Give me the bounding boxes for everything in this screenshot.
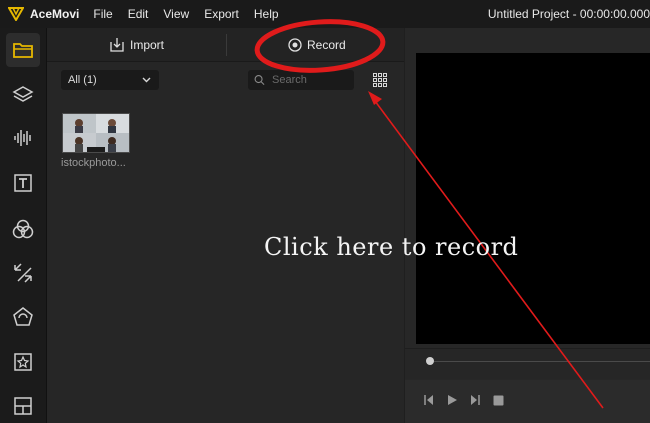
media-item-label: istockphoto... [61,157,126,169]
play-button[interactable] [446,393,458,411]
sidebar-item-text[interactable] [6,166,40,200]
filters-icon [12,219,34,239]
project-title: Untitled Project - 00:00:00.000 [487,7,650,21]
sidebar-item-media[interactable] [6,33,40,67]
toolbar-divider [226,34,227,56]
title-bar: AceMovi File Edit View Export Help Untit… [0,0,650,28]
play-icon [448,395,457,405]
scrubber-track[interactable] [434,361,650,362]
import-icon [110,37,124,52]
sidebar [0,28,47,423]
media-filter-select[interactable]: All (1) [61,70,159,90]
sidebar-item-audio[interactable] [6,121,40,155]
sidebar-item-transitions[interactable] [6,256,40,290]
import-button[interactable]: Import [109,28,164,61]
folder-icon [13,43,33,58]
elements-icon [14,353,32,371]
sidebar-item-layers[interactable] [6,78,40,112]
menu-edit[interactable]: Edit [128,7,149,21]
sidebar-item-effects[interactable] [6,300,40,334]
sidebar-item-filters[interactable] [6,212,40,246]
audio-waveform-icon [14,130,31,146]
menu-bar: File Edit View Export Help [93,7,293,21]
prev-frame-button[interactable] [423,393,435,411]
effects-icon [13,307,33,326]
record-icon [288,37,302,52]
sidebar-item-split-screen[interactable] [6,389,40,423]
video-thumbnail-image [63,114,129,152]
record-label: Record [307,37,346,52]
grid-view-icon [373,73,387,87]
media-search[interactable] [248,70,354,90]
media-toolbar: Import Record [47,28,404,62]
layers-icon [12,86,34,102]
text-icon [14,174,32,192]
menu-export[interactable]: Export [204,7,239,21]
stop-icon [493,395,504,406]
search-input[interactable] [270,73,354,87]
next-frame-icon [471,395,480,405]
filter-value: All (1) [68,74,97,86]
menu-help[interactable]: Help [254,7,279,21]
preview-screen [416,53,650,344]
import-label: Import [130,37,165,52]
media-panel: Import Record All (1) Search istockphoto… [47,28,404,423]
split-screen-icon [14,397,32,415]
next-frame-button[interactable] [469,393,481,411]
app-logo: AceMovi [8,7,79,21]
playback-controls [405,380,650,423]
prev-frame-icon [424,395,433,405]
stop-button[interactable] [493,393,504,411]
acemovi-logo-icon [8,7,24,21]
app-name: AceMovi [30,7,80,21]
annotation-text: Click here to record [264,233,519,261]
scrubber-handle[interactable] [426,357,434,365]
media-thumbnail[interactable] [62,113,130,153]
sidebar-item-elements[interactable] [6,345,40,379]
menu-file[interactable]: File [93,7,112,21]
preview-scrubber[interactable] [405,348,650,379]
record-button[interactable]: Record [288,28,346,61]
search-icon [254,75,265,85]
grid-view-button[interactable] [373,73,387,92]
chevron-down-icon [142,77,151,83]
menu-view[interactable]: View [163,7,189,21]
transitions-icon [14,263,32,283]
preview-panel [405,28,650,423]
